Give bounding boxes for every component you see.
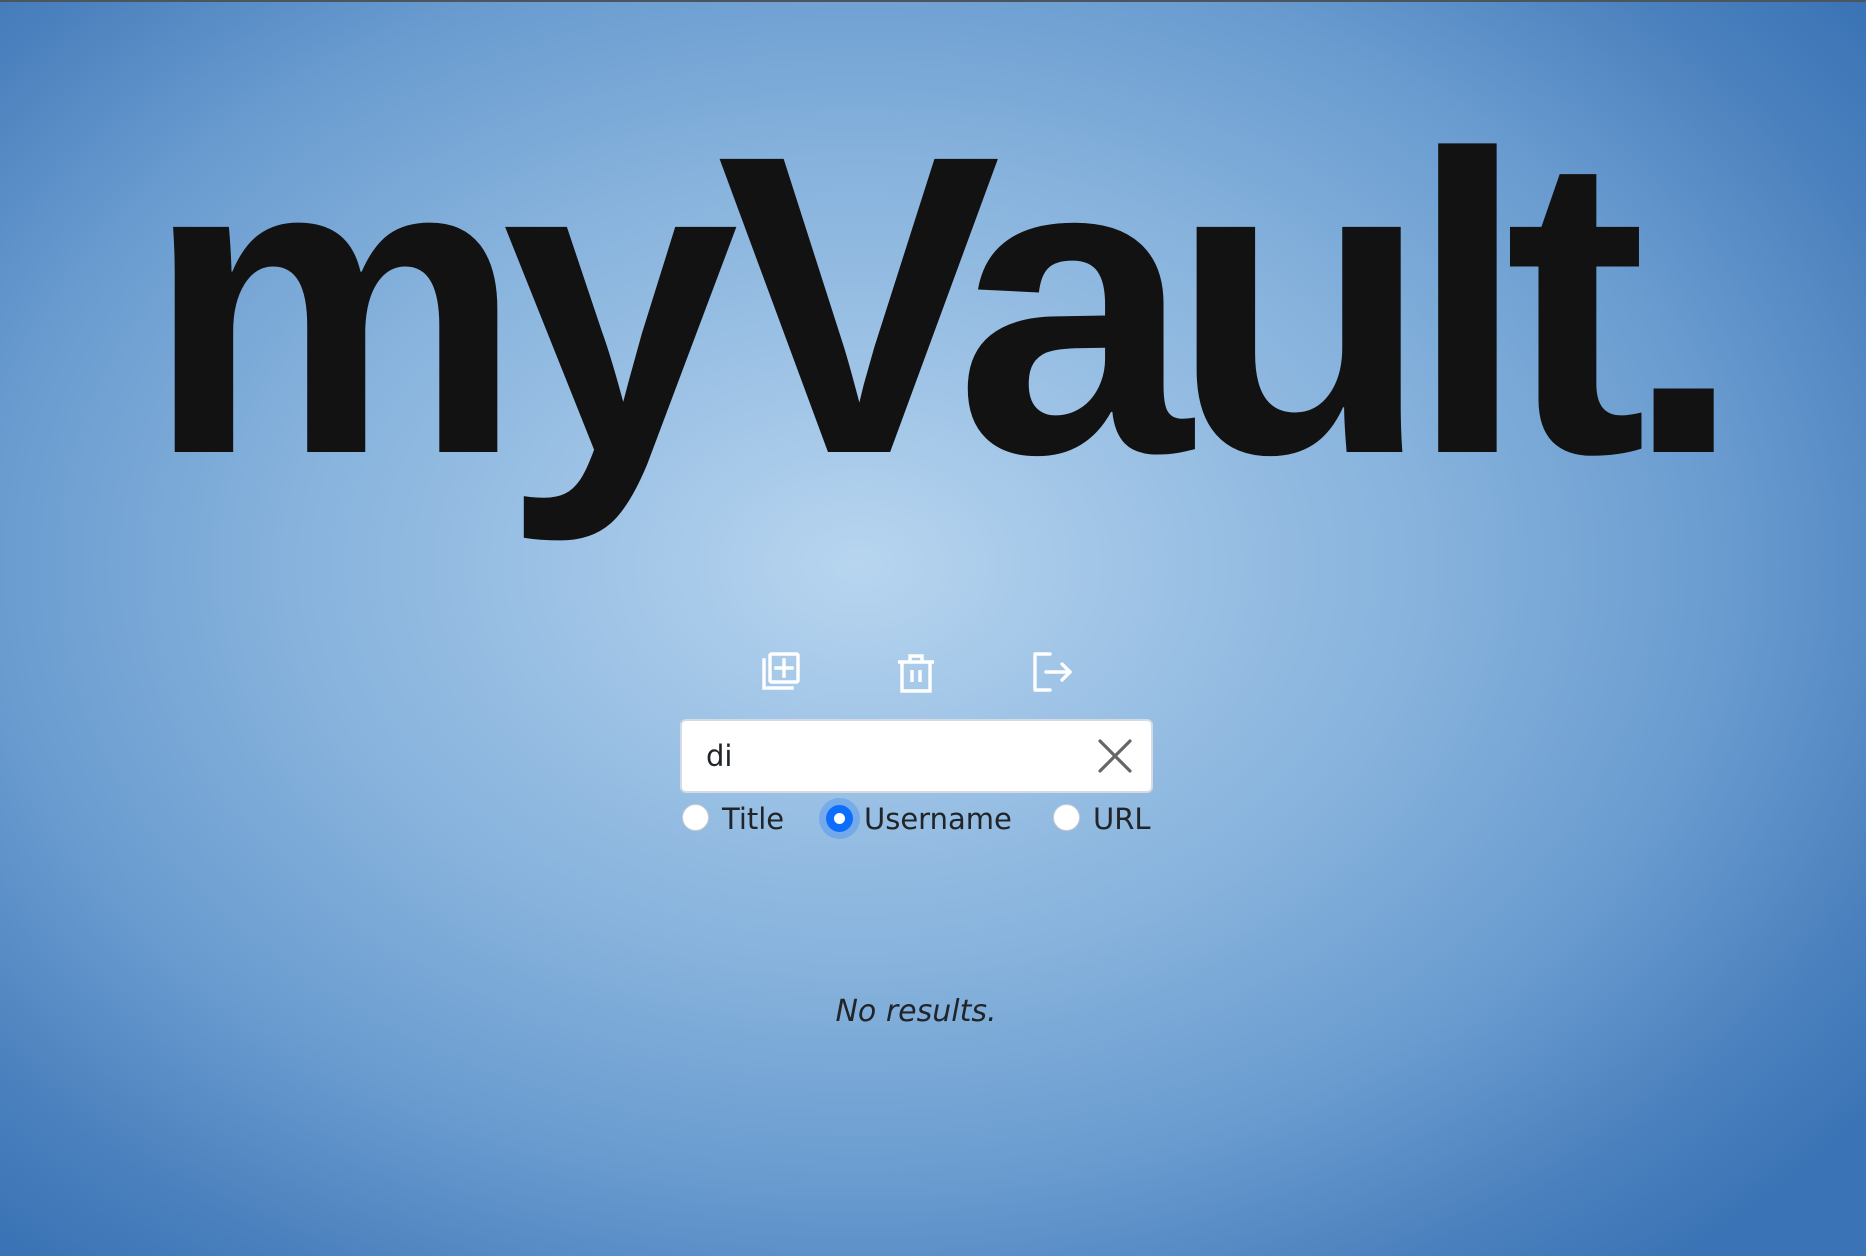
search-input[interactable]	[706, 721, 1066, 791]
search-box	[680, 719, 1153, 793]
logout-icon	[1033, 652, 1072, 692]
filter-label-username[interactable]: Username	[864, 800, 1012, 838]
logout-button[interactable]	[1026, 646, 1078, 698]
close-icon	[1098, 739, 1132, 773]
window-top-border	[0, 0, 1866, 2]
filter-radio-username[interactable]	[826, 805, 853, 832]
filter-label-title[interactable]: Title	[722, 800, 784, 838]
filter-radio-title[interactable]	[682, 804, 709, 831]
search-filter-group: Title Username URL	[0, 800, 1866, 840]
delete-entry-button[interactable]	[890, 646, 942, 698]
filter-radio-url[interactable]	[1053, 804, 1080, 831]
trash-icon	[898, 654, 934, 693]
filter-label-url[interactable]: URL	[1093, 800, 1151, 838]
add-copy-icon	[762, 652, 800, 690]
empty-results-message: No results.	[835, 994, 997, 1029]
add-entry-button[interactable]	[754, 646, 806, 698]
clear-search-button[interactable]	[1097, 738, 1133, 774]
toolbar	[0, 646, 1866, 702]
app-logo: myVault.	[144, 67, 1743, 543]
